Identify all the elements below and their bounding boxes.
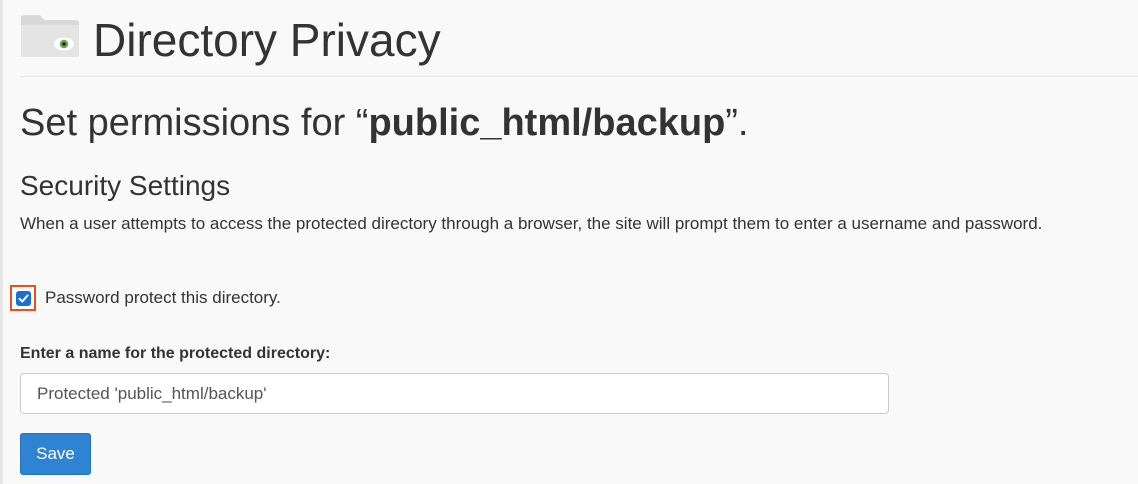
directory-name-label: Enter a name for the protected directory… (20, 345, 331, 362)
password-protect-checkbox[interactable] (15, 290, 31, 306)
directory-name-input[interactable] (20, 373, 889, 414)
permissions-heading: Set permissions for “public_html/backup”… (20, 98, 749, 148)
save-button[interactable]: Save (20, 433, 91, 475)
security-settings-title: Security Settings (20, 170, 231, 201)
security-description: When a user attempts to access the prote… (20, 214, 1043, 233)
folder-eye-icon (21, 15, 79, 57)
left-border (0, 0, 3, 484)
checkbox-highlight (10, 285, 36, 311)
page-title: Directory Privacy (93, 14, 441, 66)
password-protect-label: Password protect this directory. (45, 288, 281, 307)
permissions-prefix: Set permissions for “ (20, 102, 369, 144)
page-header: Directory Privacy (20, 10, 1138, 77)
permissions-suffix: ”. (725, 102, 749, 144)
checkmark-icon (18, 293, 29, 302)
directory-path: public_html/backup (368, 102, 726, 144)
password-protect-row: Password protect this directory. (10, 283, 281, 313)
